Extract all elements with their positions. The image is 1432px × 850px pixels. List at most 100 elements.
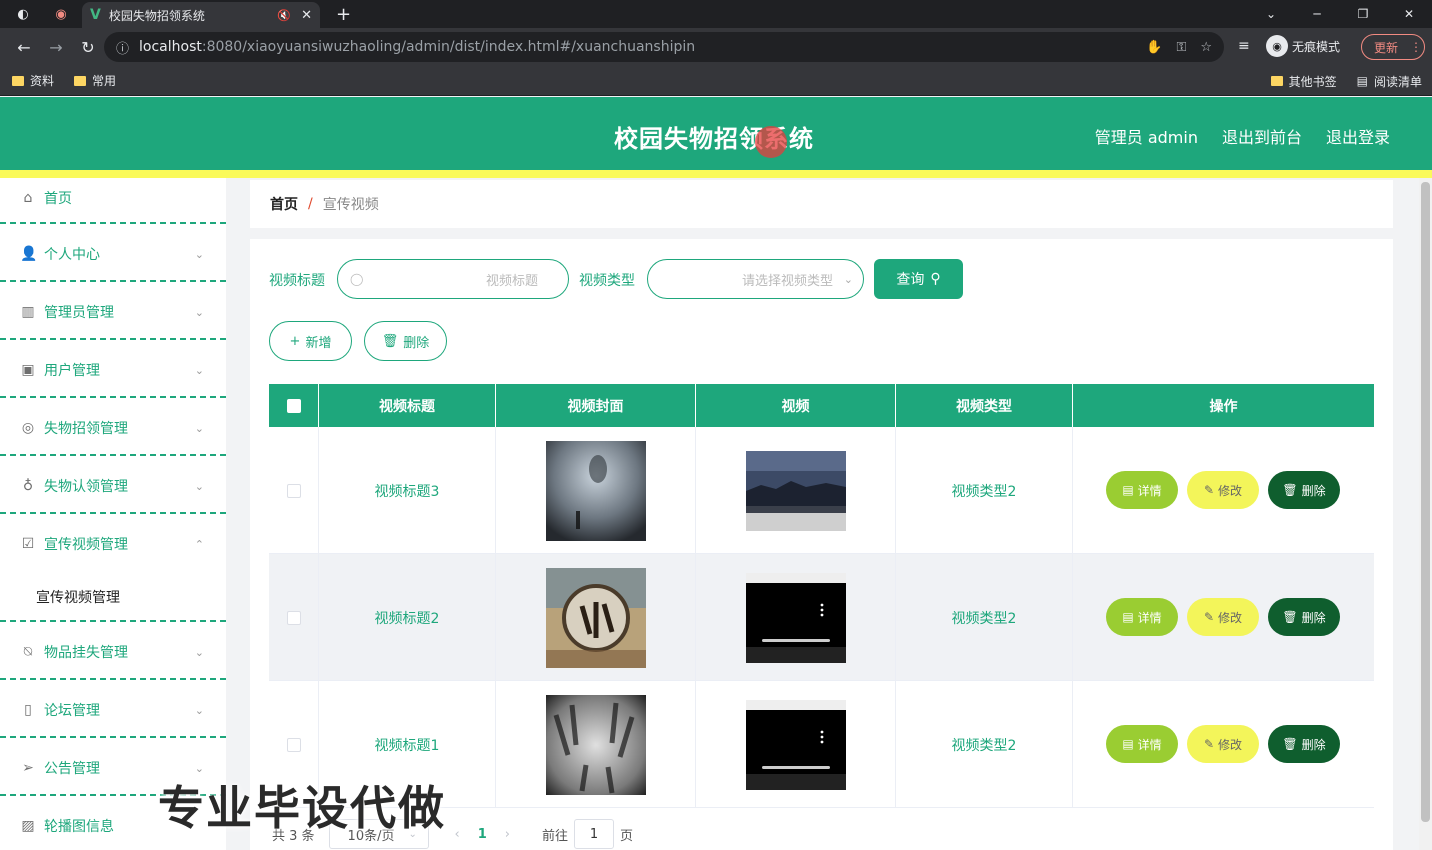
type-filter-label: 视频类型: [579, 273, 635, 289]
sidebar-item-report-loss[interactable]: ⍉ 物品挂失管理 ⌄: [0, 624, 226, 680]
pencil-icon: ✎: [1203, 483, 1215, 497]
detail-button[interactable]: ▤ 详情: [1106, 598, 1178, 636]
video-cover-image[interactable]: [545, 567, 646, 668]
operation-cell: ▤ 详情 ✎ 修改 🗑 删除: [1073, 427, 1374, 554]
row-checkbox[interactable]: [286, 483, 301, 498]
goto-page-value: 1: [589, 826, 599, 842]
detail-button[interactable]: ▤ 详情: [1106, 471, 1178, 509]
video-cover-image[interactable]: [545, 694, 646, 795]
breadcrumb: 首页 / 宣传视频: [250, 180, 1393, 228]
sidebar-item-admin-manage[interactable]: ▥ 管理员管理 ⌄: [0, 284, 226, 340]
edit-button[interactable]: ✎ 修改: [1187, 471, 1259, 509]
edit-button[interactable]: ✎ 修改: [1187, 725, 1259, 763]
new-tab-icon[interactable]: +: [336, 4, 351, 25]
window-controls: ⌄ ─ ❐ ✕: [1248, 0, 1432, 28]
column-header: 视频类型: [896, 384, 1073, 427]
chevron-down-icon: ⌄: [194, 421, 204, 435]
other-bookmarks[interactable]: 其他书签: [1270, 73, 1337, 90]
breadcrumb-current: 宣传视频: [322, 197, 379, 213]
video-player[interactable]: [745, 446, 846, 536]
tab-search-icon[interactable]: ⌄: [1248, 7, 1294, 21]
home-icon: ⌂: [23, 190, 33, 206]
update-button[interactable]: 更新 ⋮: [1361, 34, 1425, 60]
bookmark-folder-ziliao[interactable]: 资料: [12, 72, 54, 89]
books-icon: ▥: [21, 304, 35, 320]
forward-icon[interactable]: →: [40, 38, 72, 57]
url-host: localhost: [139, 39, 202, 55]
video-cover-image[interactable]: [545, 440, 646, 541]
reading-list[interactable]: ▤ 阅读清单: [1357, 73, 1422, 90]
browser-tab[interactable]: V 校园失物招领系统 🔇 ✕: [82, 2, 320, 28]
chevron-down-icon: ⌄: [194, 247, 204, 261]
title-cell: 视频标题3: [319, 427, 496, 554]
incognito-indicator[interactable]: ◉ 无痕模式: [1266, 35, 1340, 57]
sidebar-item-claim[interactable]: ♁ 失物认领管理 ⌄: [0, 458, 226, 514]
video-player[interactable]: [745, 699, 846, 790]
close-window-icon[interactable]: ✕: [1386, 7, 1432, 21]
bookmark-folder-changyong[interactable]: 常用: [74, 72, 116, 89]
next-page-icon[interactable]: ›: [505, 827, 510, 842]
sidebar-item-lost-found[interactable]: ◎ 失物招领管理 ⌄: [0, 400, 226, 456]
vue-logo-icon: V: [90, 7, 101, 23]
video-cell: [696, 554, 896, 681]
detail-button[interactable]: ▤ 详情: [1106, 725, 1178, 763]
divider: [0, 736, 226, 738]
delete-button[interactable]: 🗑 删除: [1268, 725, 1340, 763]
column-header: 视频: [696, 384, 896, 427]
row-checkbox[interactable]: [286, 610, 301, 625]
back-icon[interactable]: ←: [8, 38, 40, 57]
browser-menu-icon[interactable]: ◐: [12, 3, 34, 25]
edit-button[interactable]: ✎ 修改: [1187, 598, 1259, 636]
reading-list-icon: ▤: [1356, 74, 1368, 88]
goto-page-input[interactable]: 1: [574, 819, 615, 849]
url-bar[interactable]: ⓘ localhost :8080/xiaoyuansiwuzhaoling/a…: [104, 32, 1224, 62]
info-icon[interactable]: ⓘ: [116, 38, 129, 57]
query-button[interactable]: 查询 ⚲: [874, 259, 963, 299]
reload-icon[interactable]: ↻: [72, 38, 104, 57]
minimize-icon[interactable]: ─: [1294, 7, 1340, 21]
prev-page-icon[interactable]: ‹: [455, 827, 460, 842]
delete-button[interactable]: 🗑 删除: [1268, 471, 1340, 509]
select-all-checkbox[interactable]: [286, 398, 301, 413]
scrollbar-thumb[interactable]: [1421, 182, 1430, 822]
add-button[interactable]: + 新增: [269, 321, 352, 361]
mute-icon[interactable]: 🔇: [277, 9, 291, 22]
update-label: 更新: [1374, 40, 1399, 55]
to-front-link[interactable]: 退出到前台: [1222, 124, 1302, 148]
row-checkbox-cell: [269, 554, 319, 681]
pencil-icon: ✎: [1203, 610, 1215, 624]
type-select[interactable]: 请选择视频类型 ⌄: [647, 259, 864, 299]
type-select-placeholder: 请选择视频类型: [741, 273, 833, 289]
sidebar-item-promo-video[interactable]: ☑ 宣传视频管理 ⌃: [0, 516, 226, 572]
chevron-down-icon: ⌄: [194, 479, 204, 493]
pinned-tab-icon[interactable]: ◉: [50, 3, 72, 25]
page-number[interactable]: 1: [478, 827, 487, 842]
delete-button[interactable]: 🗑 删除: [1268, 598, 1340, 636]
sidebar-item-home[interactable]: ⌂ 首页: [0, 170, 226, 226]
sidebar-item-label: 物品挂失管理: [44, 645, 128, 661]
page-scrollbar[interactable]: [1419, 178, 1432, 850]
blocked-icon[interactable]: ✋: [1146, 40, 1162, 55]
batch-delete-button[interactable]: 🗑 删除: [364, 321, 447, 361]
sidebar-item-personal-center[interactable]: 👤 个人中心 ⌄: [0, 226, 226, 282]
breadcrumb-home[interactable]: 首页: [270, 194, 298, 214]
divider: [0, 620, 226, 622]
reading-list-icon[interactable]: ≡: [1238, 38, 1250, 54]
star-icon[interactable]: ☆: [1200, 40, 1212, 55]
title-search-input[interactable]: ◯ 视频标题: [337, 259, 569, 299]
video-player[interactable]: [745, 572, 846, 663]
sidebar-subitem-promo-video[interactable]: 宣传视频管理: [36, 587, 120, 607]
sidebar-item-user-manage[interactable]: ▣ 用户管理 ⌄: [0, 342, 226, 398]
sidebar-item-forum[interactable]: ▯ 论坛管理 ⌄: [0, 682, 226, 738]
table-header: 视频标题 视频封面 视频 视频类型 操作: [269, 384, 1374, 427]
chevron-down-icon: ⌄: [194, 305, 204, 319]
pencil-icon: ✎: [1203, 737, 1215, 751]
restore-icon[interactable]: ❐: [1340, 7, 1386, 21]
delete-label: 删除: [1301, 610, 1326, 625]
column-header: 操作: [1209, 398, 1238, 415]
row-checkbox[interactable]: [286, 737, 301, 752]
tab-close-icon[interactable]: ✕: [301, 8, 312, 23]
edit-label: 修改: [1218, 483, 1243, 498]
logout-link[interactable]: 退出登录: [1326, 124, 1390, 148]
key-icon[interactable]: ⚿: [1176, 40, 1186, 55]
